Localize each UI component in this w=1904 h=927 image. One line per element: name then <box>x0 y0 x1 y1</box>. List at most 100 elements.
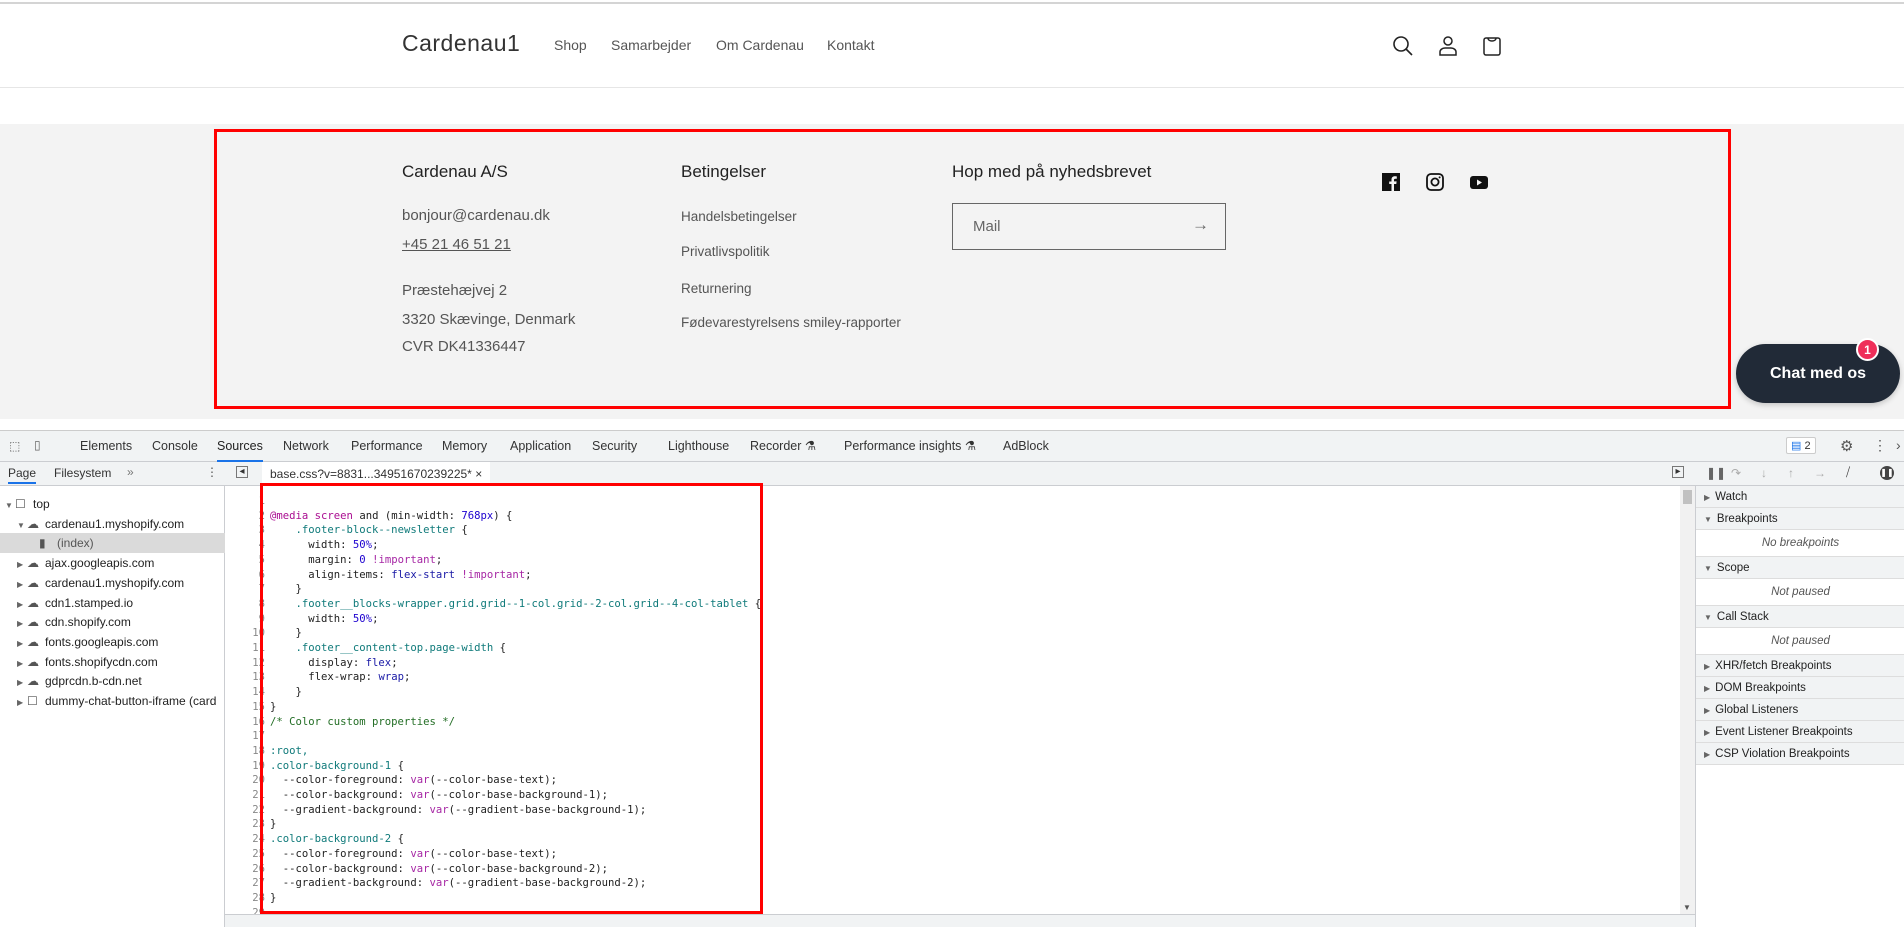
expand-arrow-icon[interactable]: ▶ <box>17 575 27 593</box>
tab-adblock[interactable]: AdBlock <box>1003 431 1049 462</box>
scroll-down-arrow-icon[interactable]: ▼ <box>1683 903 1691 912</box>
sidebar-section-call-stack[interactable]: ▼ Call Stack <box>1696 606 1904 628</box>
line-number[interactable]: 5 <box>225 553 265 568</box>
code-line[interactable]: } <box>270 700 276 715</box>
expand-arrow-icon[interactable]: ▶ <box>17 654 27 672</box>
sidebar-section-watch[interactable]: ▶ Watch <box>1696 486 1904 508</box>
line-number[interactable]: 20 <box>225 773 265 788</box>
code-line[interactable]: } <box>270 582 302 597</box>
sidebar-section-breakpoints[interactable]: ▼ Breakpoints <box>1696 508 1904 530</box>
code-editor[interactable]: 1 2 @media screen and (min-width: 768px) {… <box>225 486 1695 914</box>
step-over-icon[interactable]: ↷ <box>1731 466 1741 480</box>
facebook-icon[interactable] <box>1381 172 1401 192</box>
nav-kontakt[interactable]: Kontakt <box>827 37 874 53</box>
tab-recorder[interactable]: Recorder ⚗ <box>750 431 816 462</box>
line-number[interactable]: 18 <box>225 744 265 759</box>
tab-performance-insights[interactable]: Performance insights ⚗ <box>844 431 976 462</box>
tab-sources[interactable]: Sources <box>217 431 263 462</box>
code-line[interactable]: } <box>270 685 302 700</box>
newsletter-email-input[interactable]: Mail → <box>952 203 1226 250</box>
cart-icon[interactable] <box>1480 34 1504 58</box>
sidebar-section-global-listeners[interactable]: ▶ Global Listeners <box>1696 699 1904 721</box>
line-number[interactable]: 13 <box>225 670 265 685</box>
expand-arrow-icon[interactable]: ▶ <box>17 693 27 711</box>
expand-arrow-icon[interactable]: ▶ <box>1704 706 1710 715</box>
nav-tab-page[interactable]: Page <box>8 466 37 484</box>
tree-item[interactable]: ▶ ☁ cardenau1.myshopify.com <box>0 573 225 593</box>
expand-arrow-icon[interactable]: ▶ <box>17 614 27 632</box>
line-number[interactable]: 7 <box>225 582 265 597</box>
tree-item[interactable]: ▶ ☁ gdprcdn.b-cdn.net <box>0 671 225 691</box>
code-line[interactable]: display: flex; <box>270 656 397 671</box>
search-icon[interactable] <box>1391 34 1415 58</box>
tab-security[interactable]: Security <box>592 431 637 462</box>
issues-counter[interactable]: ▤ 2 <box>1786 437 1816 454</box>
code-line[interactable]: width: 50%; <box>270 538 378 553</box>
pause-icon[interactable]: ❚❚ <box>1706 466 1726 480</box>
instagram-icon[interactable] <box>1425 172 1445 192</box>
line-number[interactable]: 1 <box>225 494 265 509</box>
line-number[interactable]: 2 <box>225 509 265 524</box>
line-number[interactable]: 3 <box>225 523 265 538</box>
footer-link-smiley[interactable]: Fødevarestyrelsens smiley-rapporter <box>681 315 901 330</box>
line-number[interactable]: 8 <box>225 597 265 612</box>
line-number[interactable]: 15 <box>225 700 265 715</box>
code-line[interactable]: --color-background: var(--color-base-bac… <box>270 862 608 877</box>
more-tabs-icon[interactable]: » <box>127 465 134 479</box>
close-devtools-icon[interactable]: › <box>1896 437 1901 453</box>
tree-item[interactable]: ▶ ☁ fonts.shopifycdn.com <box>0 652 225 672</box>
line-number[interactable]: 14 <box>225 685 265 700</box>
device-toolbar-icon[interactable]: ▯ <box>34 438 41 452</box>
expand-arrow-icon[interactable]: ▶ <box>1704 662 1710 671</box>
line-number[interactable]: 24 <box>225 832 265 847</box>
inspect-element-icon[interactable]: ⬚ <box>9 439 20 453</box>
line-number[interactable]: 22 <box>225 803 265 818</box>
scrollbar-thumb[interactable] <box>1683 490 1692 504</box>
expand-arrow-icon[interactable]: ▶ <box>1704 684 1710 693</box>
footer-phone[interactable]: +45 21 46 51 21 <box>402 236 511 253</box>
account-icon[interactable] <box>1436 34 1460 58</box>
expand-arrow-icon[interactable]: ▶ <box>17 673 27 691</box>
code-line[interactable]: --color-background: var(--color-base-bac… <box>270 788 608 803</box>
code-line[interactable]: .color-background-1 { <box>270 759 404 774</box>
tree-item[interactable]: ▶ ☁ cdn.shopify.com <box>0 612 225 632</box>
tab-memory[interactable]: Memory <box>442 431 487 462</box>
line-number[interactable]: 26 <box>225 862 265 877</box>
expand-arrow-icon[interactable]: ▶ <box>17 634 27 652</box>
code-line[interactable]: @media screen and (min-width: 768px) { <box>270 509 512 524</box>
code-line[interactable]: .footer__content-top.page-width { <box>270 641 506 656</box>
tree-item[interactable]: ▮ (index) <box>0 533 225 554</box>
tab-elements[interactable]: Elements <box>80 431 132 462</box>
code-line[interactable]: } <box>270 891 276 906</box>
expand-arrow-icon[interactable]: ▶ <box>17 595 27 613</box>
settings-gear-icon[interactable]: ⚙ <box>1840 437 1853 455</box>
close-file-icon[interactable]: × <box>475 467 482 481</box>
line-number[interactable]: 10 <box>225 626 265 641</box>
expand-arrow-icon[interactable]: ▼ <box>1704 515 1712 524</box>
expand-arrow-icon[interactable]: ▶ <box>1704 750 1710 759</box>
line-number[interactable]: 17 <box>225 729 265 744</box>
newsletter-submit-arrow-icon[interactable]: → <box>1192 215 1209 235</box>
sidebar-section-xhr-fetch-breakpoints[interactable]: ▶ XHR/fetch Breakpoints <box>1696 655 1904 677</box>
line-number[interactable]: 23 <box>225 817 265 832</box>
line-number[interactable]: 11 <box>225 641 265 656</box>
nav-tab-filesystem[interactable]: Filesystem <box>54 466 111 480</box>
code-line[interactable]: margin: 0 !important; <box>270 553 442 568</box>
line-number[interactable]: 28 <box>225 891 265 906</box>
footer-link-handelsbetingelser[interactable]: Handelsbetingelser <box>681 209 797 224</box>
code-line[interactable]: --color-foreground: var(--color-base-tex… <box>270 773 557 788</box>
pause-on-exceptions-icon[interactable]: ❚❚ <box>1880 466 1894 480</box>
code-line[interactable]: align-items: flex-start !important; <box>270 568 531 583</box>
sidebar-section-csp-violation-breakpoints[interactable]: ▶ CSP Violation Breakpoints <box>1696 743 1904 765</box>
expand-arrow-icon[interactable]: ▼ <box>1704 564 1712 573</box>
toggle-debugger-icon[interactable]: ▸ <box>1672 466 1684 478</box>
expand-arrow-icon[interactable]: ▼ <box>17 516 27 534</box>
step-icon[interactable]: → <box>1814 466 1826 480</box>
expand-arrow-icon[interactable]: ▶ <box>1704 493 1710 502</box>
tab-network[interactable]: Network <box>283 431 329 462</box>
code-line[interactable]: } <box>270 817 276 832</box>
editor-scrollbar[interactable]: ▼ <box>1680 486 1695 914</box>
toggle-navigator-icon[interactable]: ◂ <box>236 466 248 478</box>
nav-om-cardenau[interactable]: Om Cardenau <box>716 37 804 53</box>
expand-arrow-icon[interactable]: ▼ <box>5 496 15 514</box>
